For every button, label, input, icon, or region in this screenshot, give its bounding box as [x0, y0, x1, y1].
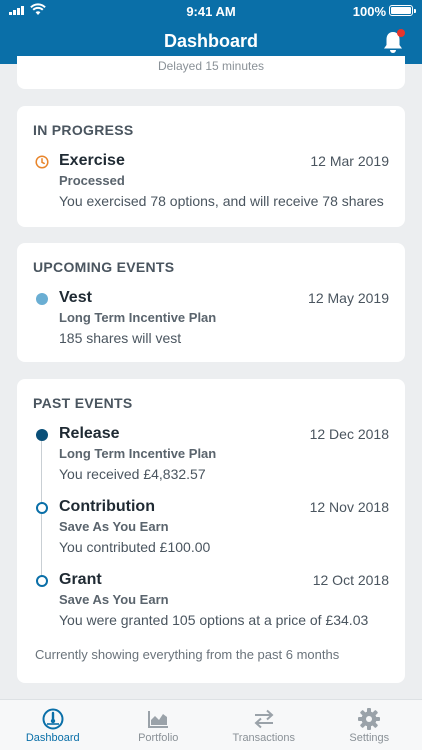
- clock-icon: [35, 155, 49, 169]
- tab-label: Portfolio: [138, 732, 179, 744]
- notification-badge: [397, 29, 405, 37]
- transfer-arrows-icon: [254, 709, 274, 729]
- tab-transactions[interactable]: Transactions: [211, 700, 317, 750]
- tab-label: Dashboard: [25, 732, 80, 744]
- chart-icon: [148, 711, 169, 728]
- delay-note: Delayed 15 minutes: [157, 59, 265, 73]
- section-title: UPCOMING EVENTS: [33, 259, 175, 275]
- tab-portfolio[interactable]: Portfolio: [106, 700, 212, 750]
- history-range-note: Currently showing everything from the pa…: [35, 647, 340, 662]
- event-marker: [36, 575, 48, 587]
- page-title: Dashboard: [163, 31, 259, 51]
- event-plan: Save As You Earn: [59, 519, 169, 534]
- event-description: You contributed £100.00: [59, 539, 211, 555]
- tab-label: Settings: [349, 732, 390, 744]
- section-title: IN PROGRESS: [33, 122, 134, 138]
- top-bar: 9:41 AM 100% Dashboard: [0, 0, 422, 64]
- gear-icon: [358, 708, 381, 730]
- past-events-card: PAST EVENTS Release 12 Dec 2018 Long Ter…: [17, 379, 405, 683]
- event-name: Vest: [59, 289, 92, 306]
- summary-card: Delayed 15 minutes: [17, 56, 405, 89]
- tab-settings[interactable]: Settings: [317, 700, 422, 750]
- event-plan: Long Term Incentive Plan: [59, 446, 217, 461]
- event-date: 12 Dec 2018: [309, 426, 389, 442]
- event-date: 12 Mar 2019: [310, 153, 389, 169]
- section-title: PAST EVENTS: [33, 395, 133, 411]
- event-name: Release: [59, 425, 120, 442]
- status-bar: 9:41 AM 100%: [0, 0, 422, 22]
- event-description: You were granted 105 options at a price …: [59, 612, 369, 628]
- tab-dashboard[interactable]: Dashboard: [0, 700, 106, 750]
- event-plan: Long Term Incentive Plan: [59, 310, 217, 325]
- battery-icon: [389, 5, 416, 16]
- event-description: You received £4,832.57: [59, 466, 206, 482]
- event-name: Grant: [59, 571, 102, 588]
- tab-label: Transactions: [232, 732, 296, 744]
- battery-percent: 100%: [352, 4, 386, 19]
- upcoming-events-card: UPCOMING EVENTS Vest 12 May 2019 Long Te…: [17, 243, 405, 362]
- event-name: Contribution: [59, 498, 155, 515]
- notifications-button[interactable]: [382, 29, 405, 54]
- event-marker: [36, 429, 48, 441]
- event-date: 12 Nov 2018: [309, 499, 389, 515]
- event-description: You exercised 78 options, and will recei…: [59, 193, 384, 209]
- tab-bar: Dashboard Portfolio Transactions Setting…: [0, 699, 422, 750]
- event-marker: [36, 502, 48, 514]
- event-marker: [36, 293, 48, 305]
- in-progress-card: IN PROGRESS Exercise 12 Mar 2019 Process…: [17, 106, 405, 227]
- event-name: Exercise: [59, 152, 125, 169]
- gauge-icon: [42, 708, 64, 730]
- event-plan: Save As You Earn: [59, 592, 169, 607]
- event-description: 185 shares will vest: [59, 330, 182, 346]
- event-date: 12 Oct 2018: [312, 572, 389, 588]
- event-status: Processed: [59, 173, 125, 188]
- event-date: 12 May 2019: [308, 290, 389, 306]
